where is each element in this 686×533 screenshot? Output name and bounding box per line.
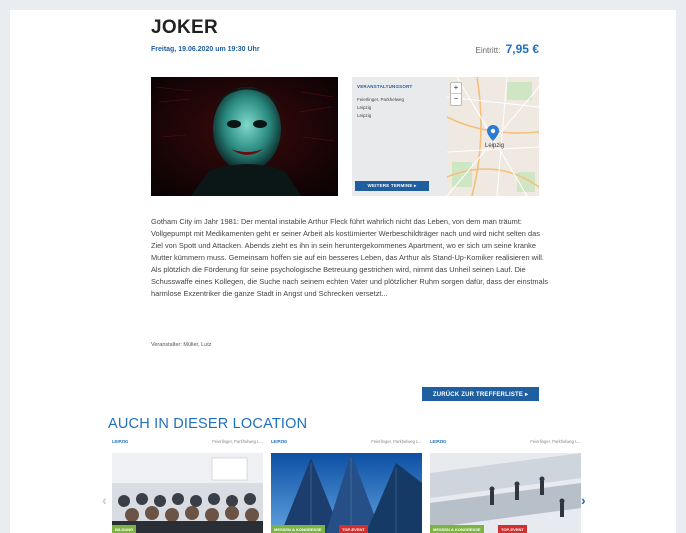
card-meta: LEIPZIG Feierlinger, Parkhelweg L... (430, 438, 581, 448)
chevron-left-icon[interactable]: ‹ (102, 492, 107, 508)
event-card[interactable]: LEIPZIG Feierlinger, Parkhelweg L... MES… (430, 438, 581, 533)
venue-map[interactable]: + − Leipzig (447, 77, 539, 196)
event-description: Gotham City im Jahr 1981: Der mental ins… (151, 217, 548, 298)
venue-address-line: Feierlinger, Parkhelweg (357, 97, 405, 102)
price-label: Eintritt: (475, 46, 501, 55)
event-title: JOKER (151, 17, 218, 38)
event-poster-image (151, 77, 338, 196)
card-image[interactable]: BILDUNG (112, 453, 263, 533)
venue-box: VERANSTALTUNGSORT Feierlinger, Parkhelwe… (352, 77, 539, 196)
top-event-tag: TOP-EVENT (498, 525, 527, 533)
card-city: LEIPZIG (271, 439, 288, 444)
card-image[interactable]: MESSEN & KONGRESSE TOP-EVENT (430, 453, 581, 533)
top-event-tag: TOP-EVENT (339, 525, 368, 533)
venue-address-line: Leipzig (357, 105, 372, 110)
section-title: AUCH IN DIESER LOCATION (108, 416, 308, 432)
category-tag: MESSEN & KONGRESSE (430, 525, 484, 533)
more-dates-button[interactable]: WEITERE TERMINE ▸ (355, 181, 429, 191)
event-card[interactable]: LEIPZIG Feierlinger, Parkhelweg L... (271, 438, 422, 533)
card-venue: Feierlinger, Parkhelweg L... (530, 439, 581, 444)
card-city: LEIPZIG (430, 439, 447, 444)
venue-address-line: Leipzig (357, 113, 372, 118)
back-to-results-button[interactable]: ZURÜCK ZUR TREFFERLISTE ▸ (422, 387, 539, 401)
card-city: LEIPZIG (112, 439, 129, 444)
location-events-carousel: LEIPZIG Feierlinger, Parkhelweg L... BIL… (112, 438, 582, 533)
zoom-out-button[interactable]: − (451, 94, 461, 104)
category-tag: BILDUNG (112, 525, 137, 533)
price-info: Eintritt: 7,95 € (475, 42, 539, 56)
event-organizer: Veranstalter: Müller, Lutz (151, 342, 212, 348)
category-tag: MESSEN & KONGRESSE (271, 525, 325, 533)
venue-label: VERANSTALTUNGSORT (357, 84, 413, 89)
card-meta: LEIPZIG Feierlinger, Parkhelweg L... (271, 438, 422, 448)
map-zoom-control: + − (450, 82, 462, 106)
zoom-in-button[interactable]: + (451, 83, 461, 94)
event-card[interactable]: LEIPZIG Feierlinger, Parkhelweg L... (112, 438, 263, 533)
chevron-right-icon[interactable]: › (581, 492, 586, 508)
card-venue: Feierlinger, Parkhelweg L... (212, 439, 263, 444)
card-venue: Feierlinger, Parkhelweg L... (371, 439, 422, 444)
card-meta: LEIPZIG Feierlinger, Parkhelweg L... (112, 438, 263, 448)
map-city-label: Leipzig (485, 143, 505, 149)
venue-info: VERANSTALTUNGSORT Feierlinger, Parkhelwe… (352, 77, 447, 196)
event-date: Freitag, 19.06.2020 um 19:30 Uhr (151, 46, 260, 53)
price-value: 7,95 € (505, 42, 539, 56)
event-page: JOKER Freitag, 19.06.2020 um 19:30 Uhr E… (10, 10, 676, 533)
card-image[interactable]: MESSEN & KONGRESSE TOP-EVENT (271, 453, 422, 533)
